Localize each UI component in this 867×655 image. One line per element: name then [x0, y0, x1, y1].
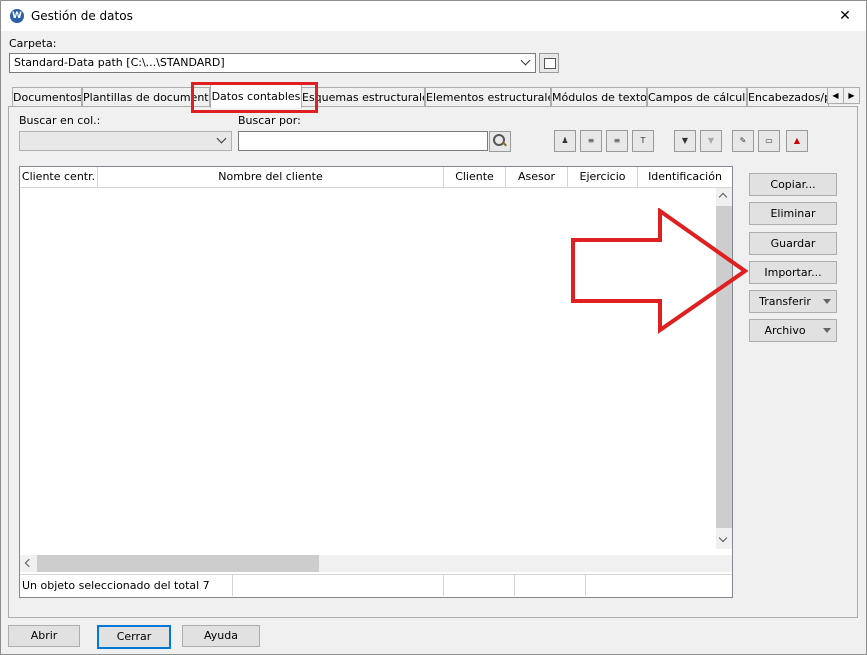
folder-value: Standard-Data path [C:\...\STANDARD]: [14, 56, 225, 69]
scroll-corner: [716, 555, 732, 572]
column-header[interactable]: Cliente centr.: [20, 167, 98, 188]
tab-campos-de-calculo[interactable]: Campos de cálculo: [647, 87, 747, 107]
tab-modulos-de-texto[interactable]: Módulos de texto: [551, 87, 647, 107]
transfer-button[interactable]: Transferir: [749, 290, 837, 313]
chevron-down-icon[interactable]: [718, 533, 728, 543]
save-button[interactable]: Guardar: [749, 232, 837, 255]
app-icon: W: [10, 9, 24, 23]
filter-rows-icon[interactable]: ≡: [606, 130, 628, 152]
help-button[interactable]: Ayuda: [182, 625, 260, 647]
search-query-label: Buscar por:: [238, 114, 301, 127]
edit-icon[interactable]: ✎: [732, 130, 754, 152]
chevron-down-icon: [823, 328, 831, 333]
chevron-down-icon: [823, 299, 831, 304]
chevron-down-icon: [520, 55, 531, 66]
tab-encabezados[interactable]: Encabezados/p: [747, 87, 829, 107]
import-button[interactable]: Importar...: [749, 261, 837, 284]
column-header[interactable]: Identificación: [638, 167, 732, 188]
status-cell: [515, 575, 586, 596]
tab-scroll-left-icon[interactable]: ◀: [827, 87, 844, 104]
filter-disabled-icon: ▼: [700, 130, 722, 152]
copy-button[interactable]: Copiar...: [749, 173, 837, 196]
filter-columns-icon[interactable]: ≡: [580, 130, 602, 152]
search-column-label: Buscar en col.:: [19, 114, 101, 127]
folder-select[interactable]: Standard-Data path [C:\...\STANDARD]: [9, 53, 536, 73]
folder-label: Carpeta:: [9, 37, 57, 50]
chevron-down-icon: [216, 133, 227, 144]
filter-icon[interactable]: ▼: [674, 130, 696, 152]
horizontal-scrollbar[interactable]: [20, 555, 716, 572]
chevron-left-icon[interactable]: [24, 558, 34, 568]
column-header[interactable]: Cliente: [444, 167, 506, 188]
export-icon[interactable]: ▲: [786, 130, 808, 152]
status-text: Un objeto seleccionado del total 7: [22, 575, 233, 596]
search-column-select[interactable]: [19, 131, 232, 151]
text-filter-icon[interactable]: T: [632, 130, 654, 152]
tab-elementos-estructurales[interactable]: Elementos estructurales: [425, 87, 551, 107]
chevron-up-icon[interactable]: [718, 192, 728, 202]
search-input[interactable]: [238, 131, 488, 151]
tab-esquemas-estructurales[interactable]: Esquemas estructurales: [301, 87, 425, 107]
window-icon: [544, 58, 556, 69]
user-icon[interactable]: ♟: [554, 130, 576, 152]
folder-browse-button[interactable]: [539, 53, 559, 73]
delete-button[interactable]: Eliminar: [749, 202, 837, 225]
transfer-button-label: Transferir: [759, 295, 811, 308]
print-icon[interactable]: ▭: [758, 130, 780, 152]
column-header[interactable]: Ejercicio: [568, 167, 638, 188]
title-bar: W Gestión de datos ✕: [1, 1, 866, 31]
tab-scroll-right-icon[interactable]: ▶: [843, 87, 860, 104]
search-button[interactable]: [489, 131, 511, 152]
horizontal-scroll-thumb[interactable]: [37, 555, 319, 572]
highlight-box: [191, 82, 318, 113]
tab-documentos[interactable]: Documentos: [12, 87, 82, 107]
status-cell: [444, 575, 515, 596]
window-title: Gestión de datos: [31, 9, 133, 23]
close-button[interactable]: Cerrar: [97, 625, 171, 649]
file-button-label: Archivo: [764, 324, 806, 337]
close-icon[interactable]: ✕: [827, 3, 863, 29]
arrow-right-icon: [571, 208, 748, 334]
column-header[interactable]: Nombre del cliente: [98, 167, 444, 188]
open-button[interactable]: Abrir: [8, 625, 80, 647]
column-header[interactable]: Asesor: [506, 167, 568, 188]
file-button[interactable]: Archivo: [749, 319, 837, 342]
status-cell: [233, 575, 444, 596]
